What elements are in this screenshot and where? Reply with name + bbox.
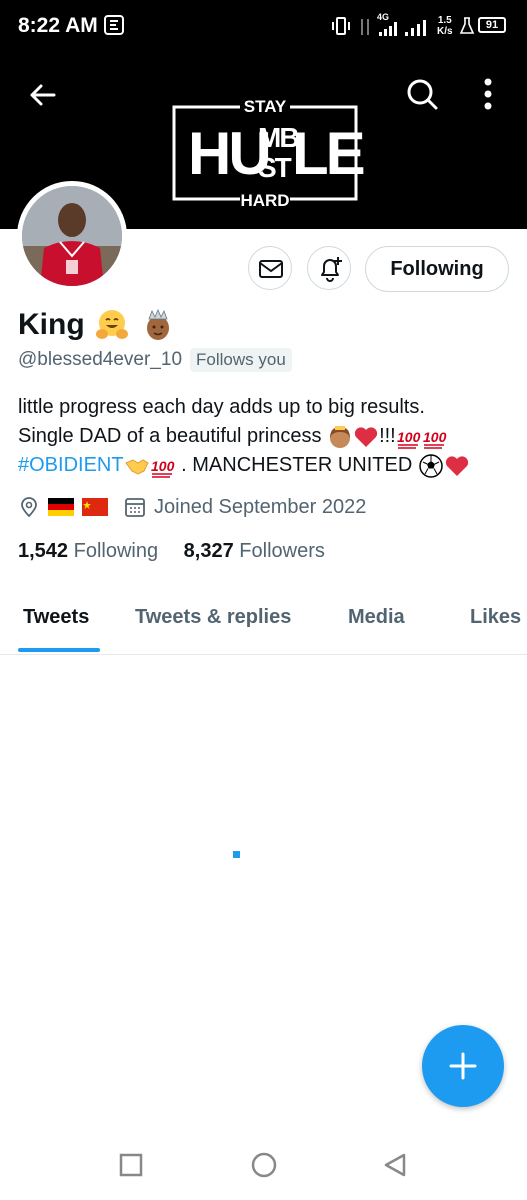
tab-tweets[interactable]: Tweets <box>23 606 89 629</box>
more-vertical-icon <box>484 78 492 110</box>
followers-count: 8,327 <box>183 540 234 562</box>
handle-row: @blessed4ever_10 Follows you <box>18 348 292 372</box>
following-count-link[interactable]: 1,542 Following <box>18 540 158 562</box>
joined-date: Joined September 2022 <box>154 495 367 518</box>
calendar-icon <box>125 498 145 517</box>
status-time: 8:22 AM <box>18 14 98 37</box>
hundred-points-emoji: 100 <box>397 429 421 449</box>
bio-line-2-suffix: !!! <box>379 425 396 447</box>
prince-emoji <box>143 309 173 341</box>
back-arrow-icon <box>30 84 56 106</box>
notifications-button[interactable] <box>307 246 351 290</box>
system-nav-bar <box>0 1130 527 1200</box>
bio-line-1: little progress each day adds up to big … <box>18 396 425 418</box>
vibrate-icon <box>330 16 352 41</box>
banner-logo: STAY HU MB ST LE HARD <box>172 97 366 211</box>
location-icon <box>21 497 37 518</box>
follow-counts: 1,542 Following 8,327 Followers <box>18 540 325 563</box>
active-tab-indicator <box>18 648 100 652</box>
following-label: Following <box>73 540 159 562</box>
network-speed: 1.5 K/s <box>437 15 453 37</box>
bio-line-2: Single DAD of a beautiful princess !!! 10… <box>18 422 513 451</box>
search-icon <box>407 79 438 110</box>
red-heart-emoji <box>354 427 378 447</box>
bio-line-3: #OBIDIENT 100 . MANCHESTER UNITED <box>18 451 513 480</box>
loading-spinner <box>233 851 240 858</box>
logo-st-text: ST <box>258 152 292 183</box>
compose-plus-icon <box>449 1052 477 1080</box>
notification-bell-icon <box>321 257 342 282</box>
search-button[interactable] <box>404 76 440 112</box>
app-notification-icon <box>103 14 125 41</box>
back-button[interactable] <box>22 78 62 112</box>
network-speed-value: 1.5 <box>437 15 452 26</box>
followers-count-link[interactable]: 8,327 Followers <box>184 540 325 562</box>
status-bar: 8:22 AM 4G 1.5 K/s 91 <box>0 0 527 54</box>
logo-hard-text: HARD <box>240 191 290 210</box>
data-transfer-icon <box>358 17 372 42</box>
name-row: King <box>18 305 173 345</box>
follows-you-badge: Follows you <box>190 348 292 372</box>
display-name: King <box>18 308 85 341</box>
profile-avatar[interactable] <box>17 181 127 291</box>
bio-line-3-text: . MANCHESTER UNITED <box>175 454 413 476</box>
svg-text:100: 100 <box>423 429 447 445</box>
tab-media[interactable]: Media <box>348 606 405 629</box>
profile-meta: Joined September 2022 <box>18 494 366 520</box>
user-handle: @blessed4ever_10 <box>18 349 183 370</box>
logo-stay-text: STAY <box>243 97 287 116</box>
battery-indicator: 91 <box>478 17 506 33</box>
home-icon[interactable] <box>250 1151 278 1179</box>
signal-icon-2 <box>404 20 428 41</box>
followers-label: Followers <box>239 540 325 562</box>
lab-flask-icon <box>459 17 475 40</box>
svg-text:100: 100 <box>151 458 175 474</box>
more-options-button[interactable] <box>476 76 500 112</box>
logo-le-text: LE <box>292 120 366 187</box>
avatar-photo <box>22 186 122 286</box>
hundred-points-emoji-2: 100 <box>423 429 447 449</box>
soccer-ball-emoji <box>419 453 443 478</box>
recent-apps-icon[interactable] <box>119 1153 143 1177</box>
red-heart-emoji-2 <box>445 456 468 476</box>
bio-line-2-text: Single DAD of a beautiful princess <box>18 425 322 447</box>
network-speed-unit: K/s <box>437 26 453 37</box>
hundred-points-emoji-3: 100 <box>151 458 175 478</box>
back-nav-icon[interactable] <box>382 1152 408 1178</box>
svg-text:100: 100 <box>397 429 421 445</box>
china-flag-icon <box>82 498 108 516</box>
message-button[interactable] <box>248 246 292 290</box>
signal-icon-1 <box>378 22 400 41</box>
tab-likes[interactable]: Likes <box>470 606 521 629</box>
hugging-face-emoji <box>95 308 129 342</box>
message-icon <box>259 260 283 278</box>
hashtag-obidient[interactable]: #OBIDIENT <box>18 454 124 476</box>
compose-tweet-button[interactable] <box>422 1025 504 1107</box>
germany-flag-icon <box>48 498 74 516</box>
following-count: 1,542 <box>18 540 69 562</box>
handshake-emoji <box>124 459 149 475</box>
network-type: 4G <box>377 12 390 22</box>
following-button[interactable]: Following <box>365 246 509 292</box>
logo-hu-text: HU <box>188 120 272 187</box>
profile-bio: little progress each day adds up to big … <box>18 393 513 480</box>
profile-tabs: Tweets Tweets & replies Media Likes <box>0 596 527 655</box>
princess-emoji <box>330 425 351 448</box>
tab-tweets-replies[interactable]: Tweets & replies <box>135 606 291 629</box>
